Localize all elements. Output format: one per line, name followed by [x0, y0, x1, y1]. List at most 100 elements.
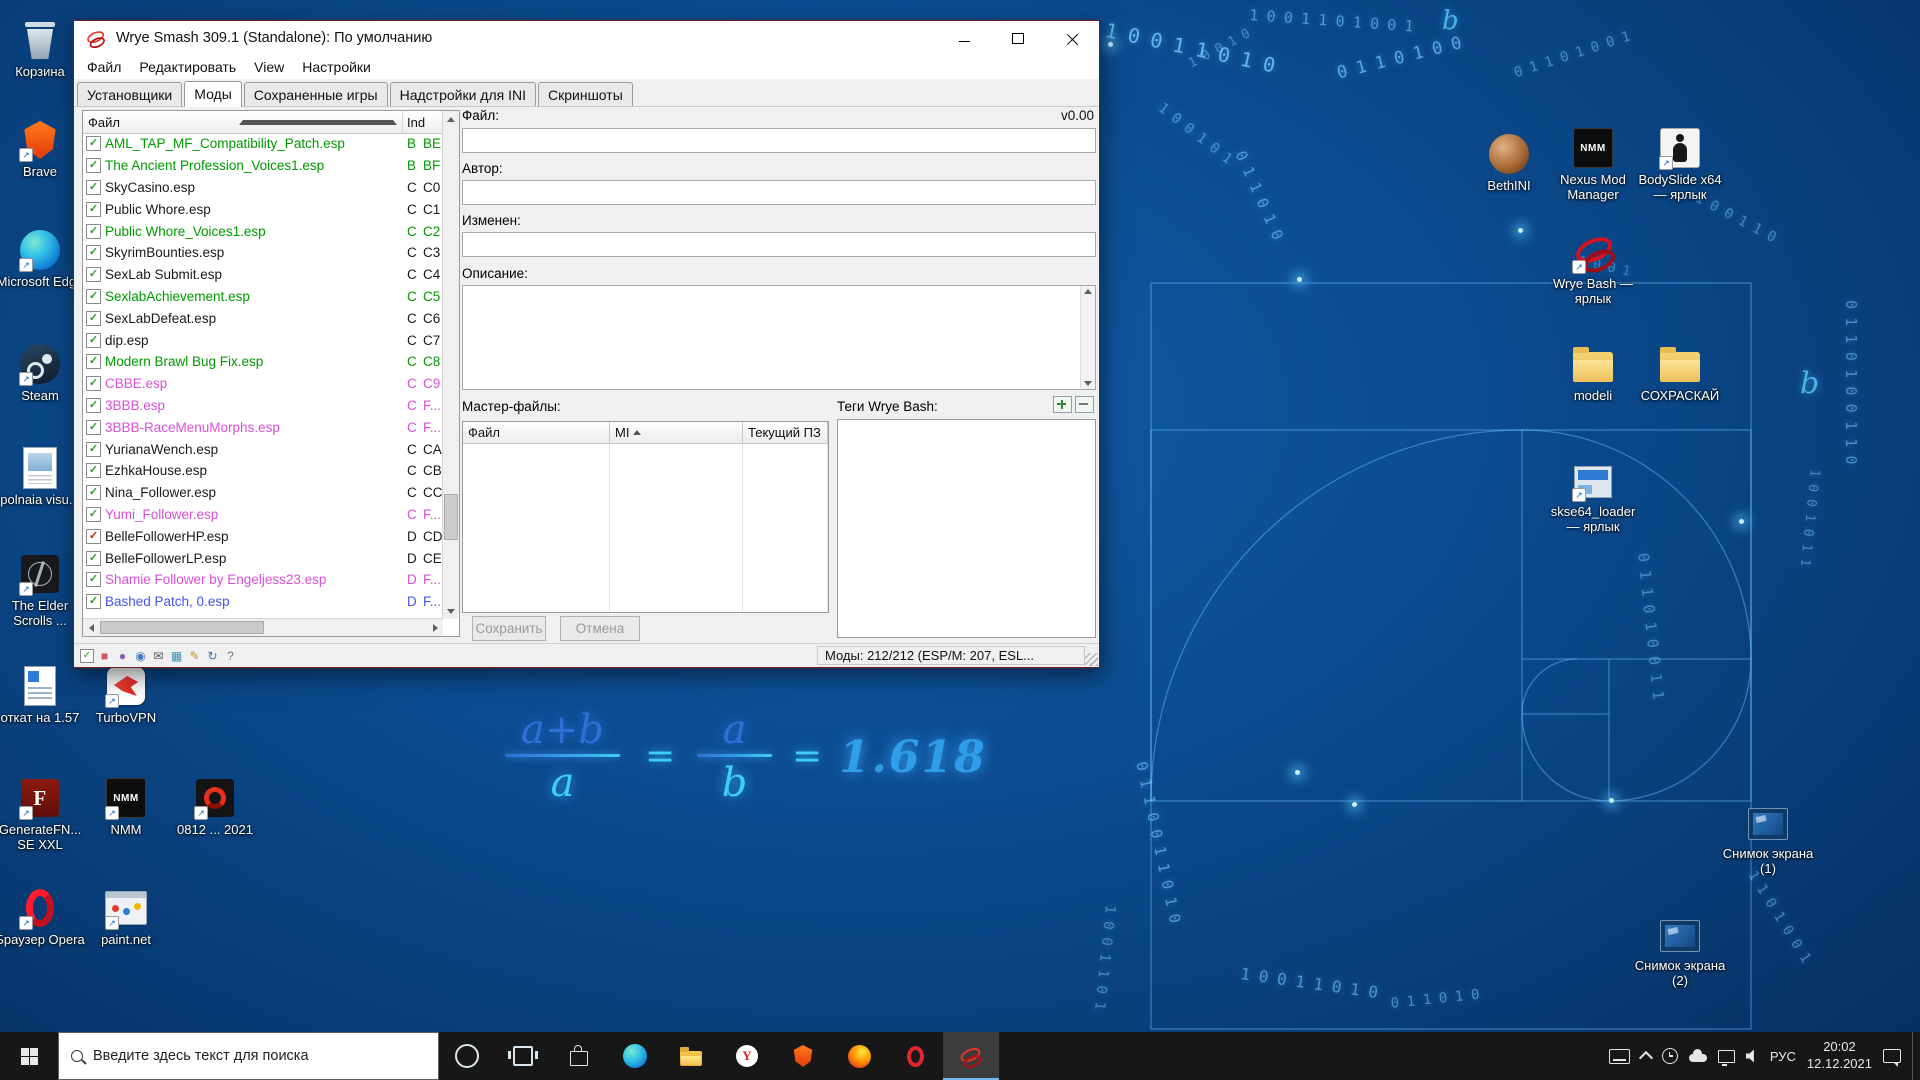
- tab-Скриншоты[interactable]: Скриншоты: [538, 82, 633, 106]
- settings-icon[interactable]: ↻: [205, 648, 220, 663]
- scroll-right-button[interactable]: [427, 619, 443, 636]
- remove-tag-button[interactable]: [1075, 396, 1094, 413]
- mod-checkbox[interactable]: ✓: [86, 354, 101, 369]
- vertical-scrollbar-thumb[interactable]: [444, 494, 458, 540]
- mod-checkbox[interactable]: ✓: [86, 289, 101, 304]
- minimize-button[interactable]: [937, 21, 991, 55]
- mod-row[interactable]: ✓3BBB-RaceMenuMorphs.espCF...: [83, 416, 443, 438]
- menu-item-View[interactable]: View: [245, 57, 293, 77]
- pm-archive-icon[interactable]: ✉: [151, 648, 166, 663]
- tags-box[interactable]: [837, 419, 1096, 638]
- mod-row[interactable]: ✓SexlabAchievement.espCC5: [83, 286, 443, 308]
- mod-checkbox[interactable]: ✓: [86, 224, 101, 239]
- mod-checkbox[interactable]: ✓: [86, 136, 101, 151]
- mod-row[interactable]: ✓SexLabDefeat.espCC6: [83, 307, 443, 329]
- mod-checkbox[interactable]: ✓: [86, 594, 101, 609]
- desktop-icon-nexus[interactable]: NMMNexus Mod Manager: [1545, 126, 1641, 203]
- menu-item-Редактировать[interactable]: Редактировать: [130, 57, 245, 77]
- mod-row[interactable]: ✓SexLab Submit.espCC4: [83, 264, 443, 286]
- taskbar-app-explorer[interactable]: [663, 1032, 719, 1080]
- desktop-icon-screenshot2[interactable]: Снимок экрана (2): [1632, 912, 1728, 989]
- mod-row[interactable]: ✓AML_TAP_MF_Compatibility_Patch.espBBE: [83, 133, 443, 155]
- desktop-icon-screenshot1[interactable]: Снимок экрана (1): [1720, 800, 1816, 877]
- menu-item-Настройки[interactable]: Настройки: [293, 57, 380, 77]
- clock-tray-icon[interactable]: [1662, 1048, 1678, 1064]
- close-button[interactable]: [1045, 21, 1099, 55]
- mod-checkbox[interactable]: ✓: [86, 158, 101, 173]
- resize-grip[interactable]: [1085, 653, 1098, 666]
- masters-column-Текущий ПЗ[interactable]: Текущий ПЗ: [743, 422, 828, 443]
- mod-row[interactable]: ✓The Ancient Profession_Voices1.espBBF: [83, 155, 443, 177]
- mod-checkbox[interactable]: ✓: [86, 376, 101, 391]
- tab-Установщики[interactable]: Установщики: [77, 82, 182, 106]
- hidden-icons-chevron-icon[interactable]: [1639, 1050, 1653, 1064]
- desktop-icon-skse[interactable]: skse64_loader — ярлык: [1545, 458, 1641, 535]
- taskbar-app-cortana[interactable]: [439, 1032, 495, 1080]
- mod-row[interactable]: ✓Public Whore.espCC1: [83, 198, 443, 220]
- column-header-index[interactable]: Ind: [403, 115, 443, 130]
- touch-keyboard-icon[interactable]: [1609, 1049, 1630, 1064]
- mod-row[interactable]: ✓SkyCasino.espCC0: [83, 177, 443, 199]
- taskbar-app-yandex[interactable]: Y: [719, 1032, 775, 1080]
- add-tag-button[interactable]: [1053, 396, 1072, 413]
- desktop-icon-turbovpn[interactable]: TurboVPN: [78, 664, 174, 726]
- tab-Сохраненные игры[interactable]: Сохраненные игры: [244, 82, 388, 106]
- mod-row[interactable]: ✓BelleFollowerLP.espDCE: [83, 547, 443, 569]
- plugin-checker-icon[interactable]: ■: [97, 648, 112, 663]
- start-button[interactable]: [0, 1032, 58, 1080]
- masters-column-MI[interactable]: MI: [610, 422, 743, 443]
- taskbar-app-opera[interactable]: [887, 1032, 943, 1080]
- mod-checkbox[interactable]: ✓: [86, 442, 101, 457]
- mod-checkbox[interactable]: ✓: [86, 572, 101, 587]
- mod-row[interactable]: ✓SkyrimBounties.espCC3: [83, 242, 443, 264]
- show-desktop-button[interactable]: [1912, 1032, 1918, 1080]
- mod-list-horizontal-scrollbar[interactable]: [83, 618, 443, 636]
- description-textarea[interactable]: [462, 285, 1096, 390]
- taskbar-app-edge[interactable]: [607, 1032, 663, 1080]
- doc-browser-icon[interactable]: ●: [115, 648, 130, 663]
- mod-row[interactable]: ✓CBBE.espCC9: [83, 373, 443, 395]
- language-indicator[interactable]: РУС: [1770, 1049, 1796, 1064]
- mod-checkbox[interactable]: ✓: [86, 420, 101, 435]
- desktop-icon-generatefnis[interactable]: FGenerateFN... SE XXL: [0, 776, 88, 853]
- doc-checkbox-icon[interactable]: ✓: [80, 649, 94, 663]
- scroll-left-button[interactable]: [83, 619, 99, 636]
- mod-checkbox[interactable]: ✓: [86, 529, 101, 544]
- doc-editor-icon[interactable]: ✎: [187, 648, 202, 663]
- taskbar-app-store[interactable]: [551, 1032, 607, 1080]
- maximize-button[interactable]: [991, 21, 1045, 55]
- desktop-icon-bodyslide[interactable]: BodySlide x64 — ярлык: [1632, 126, 1728, 203]
- action-center-icon[interactable]: [1883, 1049, 1901, 1063]
- mod-row[interactable]: ✓dip.espCC7: [83, 329, 443, 351]
- scroll-down-button[interactable]: [443, 603, 459, 619]
- mod-list-vertical-scrollbar[interactable]: [442, 111, 459, 619]
- mod-checkbox[interactable]: ✓: [86, 463, 101, 478]
- desktop-icon-wryebash[interactable]: Wrye Bash — ярлык: [1545, 230, 1641, 307]
- people-icon[interactable]: ◉: [133, 648, 148, 663]
- tab-Моды[interactable]: Моды: [184, 81, 242, 107]
- volume-icon[interactable]: [1746, 1049, 1759, 1063]
- description-scrollbar[interactable]: [1080, 286, 1095, 389]
- help-icon[interactable]: ?: [223, 648, 238, 663]
- modified-input[interactable]: [462, 232, 1096, 257]
- screenshots-icon[interactable]: ▦: [169, 648, 184, 663]
- mod-checkbox[interactable]: ✓: [86, 202, 101, 217]
- save-button[interactable]: Сохранить: [472, 616, 546, 641]
- mod-row[interactable]: ✓Bashed Patch, 0.espDF...: [83, 591, 443, 613]
- scroll-up-button[interactable]: [443, 111, 459, 127]
- mod-row[interactable]: ✓BelleFollowerHP.espDCD: [83, 525, 443, 547]
- horizontal-scrollbar-thumb[interactable]: [100, 621, 264, 634]
- menu-item-Файл[interactable]: Файл: [78, 57, 130, 77]
- mod-row[interactable]: ✓Yumi_Follower.espCF...: [83, 504, 443, 526]
- title-bar[interactable]: Wrye Smash 309.1 (Standalone): По умолча…: [74, 21, 1099, 55]
- taskbar-app-brave[interactable]: [775, 1032, 831, 1080]
- desktop-icon-sohranki[interactable]: СОХРАСКАЙ: [1632, 342, 1728, 404]
- network-icon[interactable]: [1718, 1050, 1735, 1063]
- mod-row[interactable]: ✓Modern Brawl Bug Fix.espCC8: [83, 351, 443, 373]
- desktop-icon-bethini[interactable]: BethINI: [1461, 132, 1557, 194]
- mod-checkbox[interactable]: ✓: [86, 485, 101, 500]
- taskbar-app-firefox[interactable]: [831, 1032, 887, 1080]
- mod-checkbox[interactable]: ✓: [86, 311, 101, 326]
- mod-checkbox[interactable]: ✓: [86, 398, 101, 413]
- mod-checkbox[interactable]: ✓: [86, 333, 101, 348]
